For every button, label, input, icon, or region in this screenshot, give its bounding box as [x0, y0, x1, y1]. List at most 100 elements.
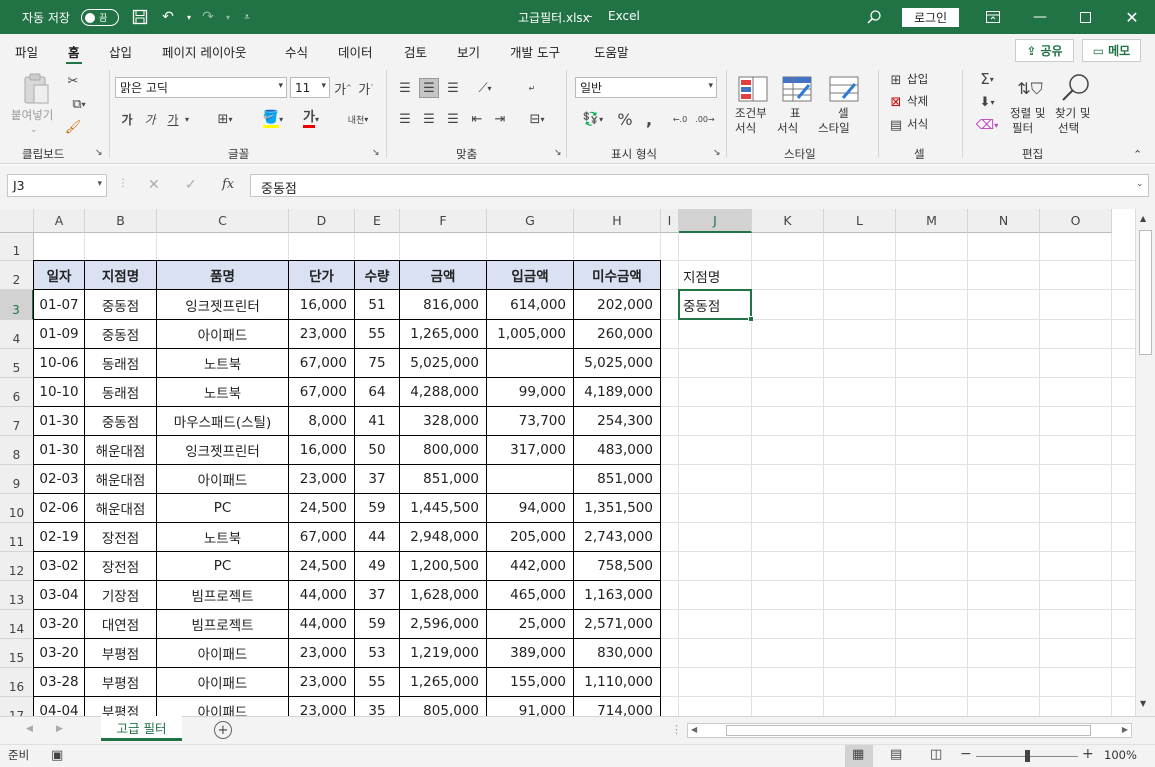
- minimize-icon[interactable]: —: [1030, 7, 1050, 27]
- table-header-cell[interactable]: 단가: [288, 260, 355, 290]
- worksheet-grid[interactable]: A B C D E F G H I J K L M N O 1 2 3 4 5 6 7 8 9 10 11 12 13 14 15 16 17…: [0, 209, 1135, 716]
- format-cells-icon[interactable]: ▤: [887, 117, 905, 133]
- row-header-11[interactable]: 11: [0, 523, 34, 552]
- row-header-16[interactable]: 16: [0, 668, 34, 697]
- insert-function-icon[interactable]: fx: [222, 177, 234, 192]
- table-cell[interactable]: 02-19: [33, 522, 85, 552]
- table-cell[interactable]: 장전점: [84, 522, 157, 552]
- scroll-thumb[interactable]: [1139, 230, 1152, 355]
- format-as-table-icon[interactable]: [781, 74, 813, 104]
- table-cell[interactable]: 1,219,000: [399, 638, 487, 668]
- clipboard-launcher-icon[interactable]: ↘: [95, 148, 103, 158]
- table-cell[interactable]: 03-02: [33, 551, 85, 581]
- table-cell[interactable]: 23,000: [288, 696, 355, 716]
- table-cell[interactable]: 73,700: [486, 406, 574, 436]
- align-bottom-icon[interactable]: ☰: [443, 78, 463, 98]
- table-cell[interactable]: 1,163,000: [573, 580, 661, 610]
- next-sheet-icon[interactable]: ▶: [56, 724, 63, 734]
- increase-indent-icon[interactable]: ⇥: [490, 109, 510, 129]
- table-cell[interactable]: 23,000: [288, 638, 355, 668]
- table-cell[interactable]: 02-06: [33, 493, 85, 523]
- undo-icon[interactable]: ↶: [158, 7, 178, 27]
- accessibility-icon[interactable]: ▣: [51, 748, 63, 763]
- table-cell[interactable]: 1,445,500: [399, 493, 487, 523]
- row-header-4[interactable]: 4: [0, 320, 34, 349]
- table-cell[interactable]: 317,000: [486, 435, 574, 465]
- table-cell[interactable]: 59: [354, 609, 400, 639]
- criteria-value-cell[interactable]: 중동점: [678, 289, 752, 320]
- table-cell[interactable]: 기장점: [84, 580, 157, 610]
- page-break-view-icon[interactable]: ◫: [930, 747, 942, 762]
- fill-color-icon[interactable]: 🪣 ▾: [257, 109, 289, 129]
- align-middle-icon[interactable]: ☰: [419, 78, 439, 98]
- table-header-cell[interactable]: 입금액: [486, 260, 574, 290]
- collapse-ribbon-icon[interactable]: ⌃: [1133, 148, 1142, 161]
- table-cell[interactable]: 5,025,000: [573, 348, 661, 378]
- tab-file[interactable]: 파일: [15, 42, 38, 61]
- table-cell[interactable]: 04-04: [33, 696, 85, 716]
- table-cell[interactable]: 1,351,500: [573, 493, 661, 523]
- table-cell[interactable]: 03-20: [33, 638, 85, 668]
- sheet-tab-active[interactable]: 고급 필터: [101, 716, 182, 741]
- column-header-n[interactable]: N: [968, 209, 1040, 233]
- column-header-e[interactable]: E: [355, 209, 400, 233]
- zoom-slider-thumb[interactable]: [1025, 750, 1030, 762]
- table-cell[interactable]: 25,000: [486, 609, 574, 639]
- hscroll-thumb[interactable]: [726, 725, 1091, 736]
- table-cell[interactable]: 37: [354, 464, 400, 494]
- table-cell[interactable]: 동래점: [84, 377, 157, 407]
- font-launcher-icon[interactable]: ↘: [372, 148, 380, 158]
- table-cell[interactable]: 94,000: [486, 493, 574, 523]
- table-cell[interactable]: 389,000: [486, 638, 574, 668]
- table-cell[interactable]: 851,000: [399, 464, 487, 494]
- table-cell[interactable]: 빔프로젝트: [156, 609, 289, 639]
- table-cell[interactable]: 노트북: [156, 522, 289, 552]
- table-cell[interactable]: 2,596,000: [399, 609, 487, 639]
- zoom-out-icon[interactable]: −: [960, 746, 972, 762]
- chevron-down-icon[interactable]: ▾: [97, 179, 102, 189]
- alignment-launcher-icon[interactable]: ↘: [554, 148, 562, 158]
- table-cell[interactable]: 5,025,000: [399, 348, 487, 378]
- row-header-13[interactable]: 13: [0, 581, 34, 610]
- conditional-format-icon[interactable]: [737, 74, 769, 104]
- table-cell[interactable]: 53: [354, 638, 400, 668]
- table-cell[interactable]: 23,000: [288, 319, 355, 349]
- row-header-3[interactable]: 3: [0, 290, 34, 320]
- table-cell[interactable]: 35: [354, 696, 400, 716]
- table-cell[interactable]: 잉크젯프린터: [156, 289, 289, 320]
- insert-cells-label[interactable]: 삽입: [907, 72, 928, 87]
- autosave-toggle[interactable]: 끔: [81, 9, 119, 26]
- maximize-icon[interactable]: [1075, 7, 1095, 27]
- table-cell[interactable]: PC: [156, 551, 289, 581]
- table-cell[interactable]: 10-10: [33, 377, 85, 407]
- table-cell[interactable]: 816,000: [399, 289, 487, 320]
- table-cell[interactable]: 51: [354, 289, 400, 320]
- column-header-g[interactable]: G: [487, 209, 574, 233]
- decrease-indent-icon[interactable]: ⇤: [467, 109, 487, 129]
- table-cell[interactable]: 16,000: [288, 435, 355, 465]
- table-cell[interactable]: 아이패드: [156, 638, 289, 668]
- table-cell[interactable]: 대연점: [84, 609, 157, 639]
- table-cell[interactable]: 41: [354, 406, 400, 436]
- table-cell[interactable]: 1,110,000: [573, 667, 661, 697]
- table-cell[interactable]: 아이패드: [156, 464, 289, 494]
- memo-button[interactable]: ▭ 메모: [1082, 39, 1141, 62]
- format-painter-icon[interactable]: 🖌: [64, 118, 82, 136]
- table-header-cell[interactable]: 일자: [33, 260, 85, 290]
- formula-input[interactable]: 중동점: [250, 174, 1149, 197]
- row-header-17[interactable]: 17: [0, 697, 34, 716]
- tab-help[interactable]: 도움말: [594, 42, 629, 61]
- table-cell[interactable]: 1,265,000: [399, 667, 487, 697]
- orientation-icon[interactable]: ⟋ ▾: [470, 78, 500, 98]
- paste-dropdown-icon[interactable]: ⌄: [30, 123, 38, 138]
- table-cell[interactable]: 465,000: [486, 580, 574, 610]
- table-cell[interactable]: 805,000: [399, 696, 487, 716]
- align-left-icon[interactable]: ☰: [395, 109, 415, 129]
- table-header-cell[interactable]: 미수금액: [573, 260, 661, 290]
- table-cell[interactable]: 1,005,000: [486, 319, 574, 349]
- increase-font-icon[interactable]: 가 ^: [334, 78, 352, 98]
- scroll-down-icon[interactable]: ▼: [1140, 699, 1146, 708]
- copy-icon[interactable]: ⧉ ▾: [64, 95, 94, 113]
- column-header-a[interactable]: A: [34, 209, 85, 233]
- table-cell[interactable]: 23,000: [288, 464, 355, 494]
